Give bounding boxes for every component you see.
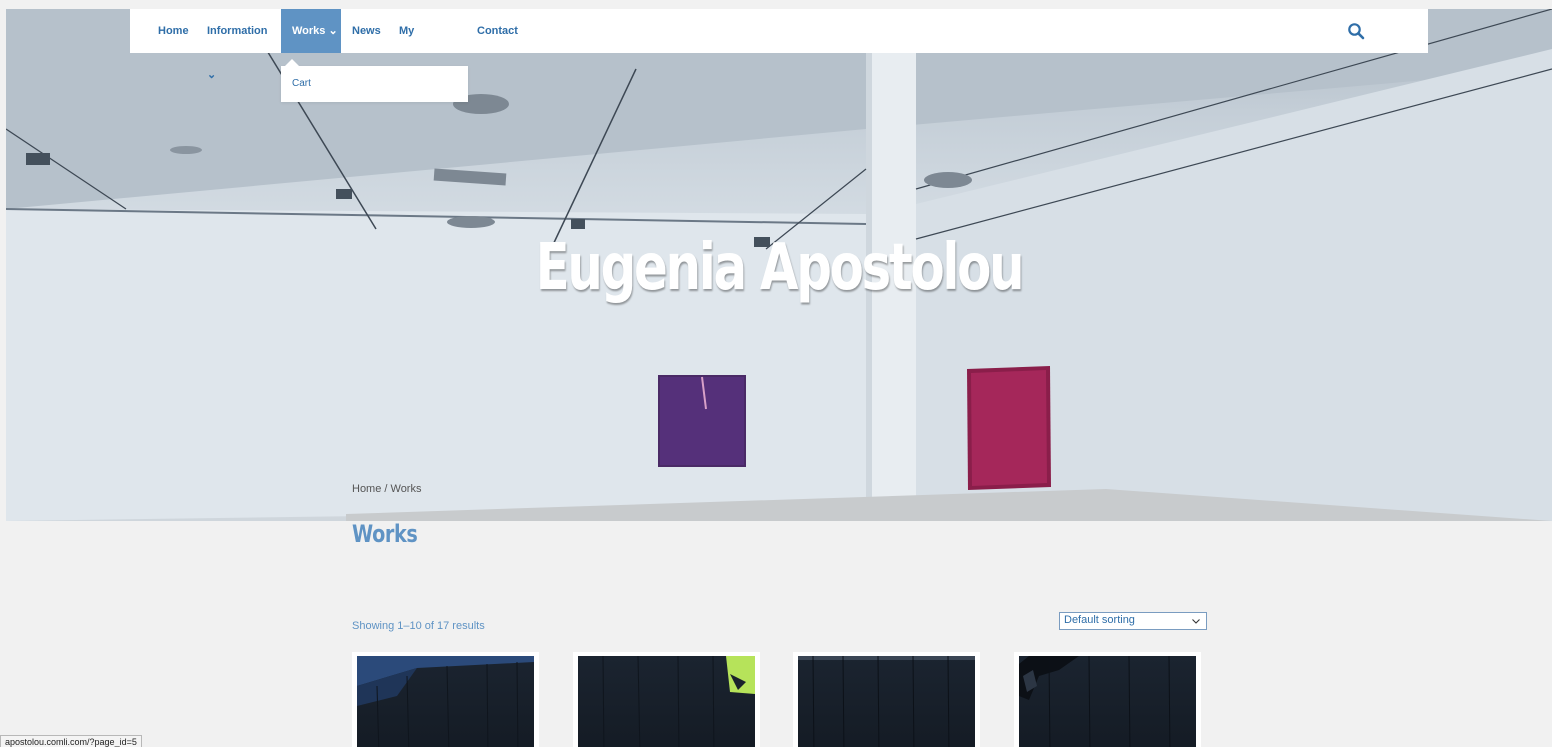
result-count: Showing 1–10 of 17 results bbox=[352, 620, 485, 632]
painting-thumbnail bbox=[798, 656, 975, 747]
painting-thumbnail bbox=[602, 656, 755, 747]
nav-item-information[interactable]: Information ⌄ bbox=[207, 9, 273, 81]
sort-select[interactable]: Default sorting bbox=[1059, 612, 1207, 630]
nav-item-home[interactable]: Home bbox=[158, 9, 189, 53]
product-image[interactable] bbox=[798, 656, 975, 747]
main-navigation: Home Information ⌄ Works ⌄ News My Accou… bbox=[130, 9, 1428, 81]
product-card[interactable] bbox=[793, 652, 980, 747]
status-bar-url: apostolou.comli.com/?page_id=5 bbox=[0, 735, 142, 747]
painting-thumbnail bbox=[357, 656, 534, 747]
product-card[interactable] bbox=[573, 652, 760, 747]
product-image[interactable] bbox=[357, 656, 534, 747]
nav-item-works[interactable]: Works ⌄ bbox=[281, 9, 341, 53]
sort-selected-value: Default sorting bbox=[1064, 614, 1135, 626]
page-title: Works bbox=[352, 520, 418, 548]
dropdown-item-cart[interactable]: Cart bbox=[292, 78, 311, 89]
dropdown-caret bbox=[285, 59, 299, 66]
search-icon[interactable] bbox=[1347, 22, 1365, 40]
painting-thumbnail bbox=[1019, 656, 1171, 747]
page: Eugenia Apostolou Home / Works Home Info… bbox=[0, 0, 1552, 747]
product-card[interactable] bbox=[352, 652, 539, 747]
product-image[interactable] bbox=[1019, 656, 1196, 747]
hero-title: Eugenia Apostolou bbox=[535, 231, 1025, 305]
nav-item-my-account[interactable]: My Account bbox=[399, 9, 459, 81]
product-image[interactable] bbox=[578, 656, 755, 747]
product-card[interactable] bbox=[1014, 652, 1201, 747]
works-dropdown-menu: Cart bbox=[281, 59, 468, 102]
nav-item-contact[interactable]: Contact bbox=[477, 9, 518, 53]
breadcrumb[interactable]: Home / Works bbox=[352, 483, 421, 495]
nav-item-news[interactable]: News bbox=[352, 9, 381, 53]
chevron-down-icon bbox=[1192, 619, 1200, 624]
hero-banner: Eugenia Apostolou Home / Works bbox=[6, 9, 1552, 521]
